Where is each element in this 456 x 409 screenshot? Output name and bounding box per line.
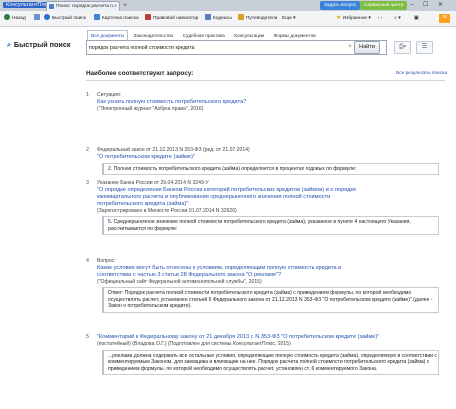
- book-icon: [205, 14, 211, 20]
- all-results-link[interactable]: Все результаты поиска: [396, 71, 447, 76]
- page-title: ⌕ Быстрый поиск: [7, 40, 71, 49]
- home-icon: [34, 14, 40, 20]
- result-body: "Комментарий к Федеральному закону от 21…: [97, 334, 446, 376]
- print-button[interactable]: ⎙▾: [394, 41, 411, 54]
- guide-icon: [238, 14, 244, 20]
- result-title-link[interactable]: Какие условия могут быть отнесены к усло…: [97, 265, 446, 272]
- result-fragment[interactable]: ...реклама должна содержать все остальны…: [102, 349, 439, 376]
- more-button[interactable]: Еще ▾: [282, 14, 296, 23]
- main-toolbar: Назад Быстрый поиск Карточка поиска Прав…: [0, 11, 456, 27]
- search-icon: [44, 14, 50, 20]
- menu-icon[interactable]: ≡: [439, 14, 450, 23]
- list-view-button[interactable]: ☰: [416, 41, 433, 54]
- result-number: 5: [86, 334, 89, 340]
- result-title-link[interactable]: "Комментарий к Федеральному закону от 21…: [97, 334, 446, 341]
- results-heading: Наиболее соответствуют запросу:: [86, 70, 194, 77]
- result-title-link[interactable]: потребительского кредита (займа)": [97, 201, 446, 208]
- search-box: ×: [86, 40, 387, 55]
- legal-navigator-button[interactable]: Правовой навигатор: [145, 14, 198, 23]
- document-icon: [49, 4, 54, 9]
- back-button[interactable]: Назад: [4, 14, 26, 23]
- search-icon: ⌕: [7, 42, 11, 49]
- codes-button[interactable]: Кодексы: [205, 14, 232, 23]
- result-meta: (постатейный) (Владова О.Г.) (Подготовле…: [97, 341, 291, 347]
- result-number: 3: [86, 180, 89, 186]
- result-number: 1: [86, 92, 89, 98]
- result-body: Указание Банка России от 29.04.2014 N 32…: [97, 180, 446, 236]
- quick-search-button[interactable]: Быстрый поиск: [44, 14, 86, 23]
- favorites-button[interactable]: ★ Избранное ▾: [336, 14, 371, 23]
- tab-consultations[interactable]: Консультации: [230, 30, 268, 40]
- clear-icon[interactable]: ×: [346, 41, 354, 54]
- result-title-link[interactable]: Как узнать полную стоимость потребительс…: [97, 99, 446, 106]
- find-button[interactable]: Найти: [354, 41, 380, 54]
- result-meta: (Зарегистрировано в Минюсте России 01.07…: [97, 207, 237, 214]
- service-center-button[interactable]: Сервисный центр: [360, 1, 408, 10]
- result-body: Вопрос: Какие условия могут быть отнесены…: [97, 258, 446, 313]
- window-controls[interactable]: – ☐ ✕: [410, 1, 447, 8]
- print-icon[interactable]: ▣: [414, 14, 419, 23]
- arrow-left-icon: [4, 14, 10, 20]
- search-tabs: Все документы Законодательство Судебная …: [87, 30, 320, 40]
- result-fragment[interactable]: Ответ: Порядок расчета полной стоимости …: [102, 287, 439, 313]
- result-fragment[interactable]: 5. Среднерыночное значение полной стоимо…: [102, 216, 439, 236]
- tab-all-documents[interactable]: Все документы: [87, 30, 129, 40]
- navigator-icon: [145, 14, 151, 20]
- result-fragment[interactable]: 2. Полная стоимость потребительского кре…: [102, 162, 439, 176]
- tab-search-results[interactable]: Поиск: порядок расчета п... ×: [46, 1, 120, 11]
- new-tab-button[interactable]: +: [121, 2, 129, 10]
- card-search-button[interactable]: Карточка поиска: [94, 14, 139, 23]
- title-bar: КонсультантПлюс Поиск: порядок расчета п…: [0, 0, 456, 11]
- tab-court-practice[interactable]: Судебная практика: [179, 30, 229, 40]
- ask-question-button[interactable]: Задать вопрос: [320, 1, 361, 10]
- tab-document-forms[interactable]: Формы документов: [270, 30, 320, 40]
- home-button[interactable]: [34, 14, 42, 23]
- result-body: Федеральный закон от 21.12.2013 N 353-ФЗ…: [97, 147, 446, 176]
- nav-arrows[interactable]: ‹ ›: [378, 14, 383, 23]
- star-icon: ★: [336, 15, 342, 21]
- search-input[interactable]: [89, 42, 344, 53]
- card-icon: [94, 14, 100, 20]
- tab-title: Поиск: порядок расчета п...: [56, 4, 117, 9]
- result-body: Ситуация: Как узнать полную стоимость пот…: [97, 92, 446, 112]
- history-icon[interactable]: ⌂ ▾: [394, 14, 401, 23]
- guides-button[interactable]: Путеводители: [238, 14, 277, 23]
- close-tab-icon[interactable]: ×: [114, 2, 117, 11]
- result-title-link[interactable]: "О потребительском кредите (займе)": [97, 154, 446, 161]
- result-title-link[interactable]: ежеквартального расчета и опубликования …: [97, 194, 446, 201]
- result-title-link[interactable]: "О порядке определения Банком России кат…: [97, 187, 446, 194]
- result-meta: Ситуация:: [97, 92, 122, 98]
- tab-legislation[interactable]: Законодательство: [130, 30, 178, 40]
- result-meta: Федеральный закон от 21.12.2013 N 353-ФЗ…: [97, 147, 250, 153]
- result-number: 2: [86, 147, 89, 153]
- result-meta: Вопрос:: [97, 258, 116, 264]
- result-title-link[interactable]: соответствии с частью 3 статьи 28 Федера…: [97, 272, 446, 279]
- result-meta: ("Официальный сайт Федеральной антимоноп…: [97, 278, 262, 285]
- result-meta: ("Электронный журнал "Азбука права", 201…: [97, 105, 204, 112]
- result-meta: Указание Банка России от 29.04.2014 N 32…: [97, 180, 209, 186]
- divider: [86, 80, 445, 81]
- result-number: 4: [86, 258, 89, 264]
